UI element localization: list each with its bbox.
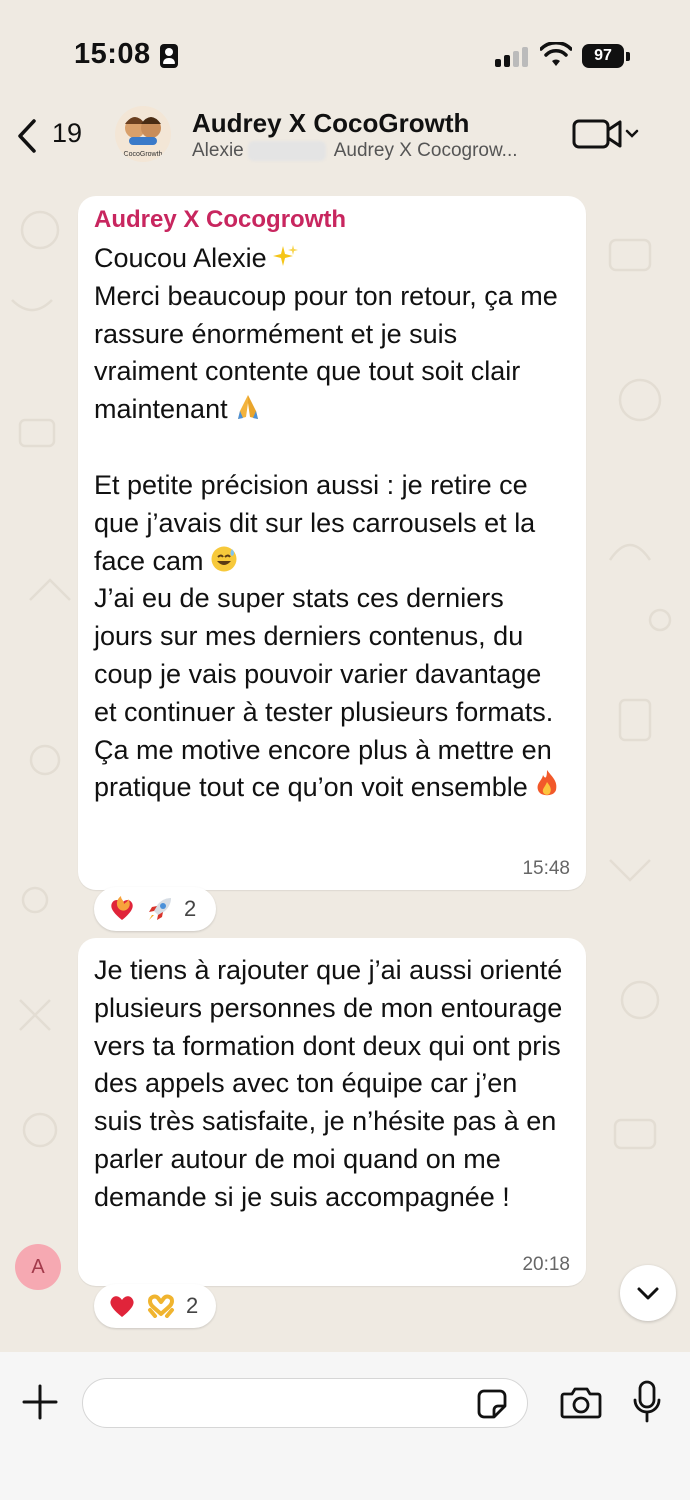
message-input[interactable] bbox=[82, 1378, 528, 1428]
reaction-count: 2 bbox=[184, 896, 197, 921]
chat-title[interactable]: Audrey X CocoGrowth bbox=[192, 108, 469, 139]
battery-tip-icon bbox=[626, 52, 630, 61]
message-paragraph: Je tiens à rajouter que j’ai aussi orien… bbox=[94, 955, 563, 1212]
back-chevron-icon[interactable] bbox=[14, 118, 40, 154]
group-avatar-image: CocoGrowth bbox=[124, 117, 163, 158]
camera-icon[interactable] bbox=[560, 1384, 602, 1420]
chevron-down-icon bbox=[637, 1287, 659, 1300]
sticker-icon[interactable] bbox=[476, 1388, 508, 1420]
empty-line bbox=[94, 429, 568, 467]
sender-avatar[interactable]: A bbox=[15, 1244, 61, 1290]
message-timestamp: 20:18 bbox=[522, 1254, 570, 1275]
chat-members-subtitle[interactable]: Alexie Audrey X Cocogrow... bbox=[192, 140, 518, 162]
wifi-icon bbox=[540, 42, 572, 66]
composer-bar bbox=[0, 1352, 690, 1500]
group-avatar[interactable]: CocoGrowth bbox=[115, 106, 171, 162]
status-bar: 15:08 97 bbox=[0, 0, 690, 100]
rocket-icon bbox=[149, 898, 171, 920]
message-timestamp: 15:48 bbox=[522, 858, 570, 879]
message-paragraph: Coucou Alexie bbox=[94, 240, 568, 278]
reactions-pill[interactable]: 2 bbox=[94, 887, 216, 931]
cellular-signal-icon bbox=[495, 45, 529, 67]
reactions-pill[interactable]: 2 bbox=[94, 1284, 216, 1328]
sparkles-icon bbox=[272, 245, 298, 266]
message-paragraph: Ça me motive encore plus à mettre en pra… bbox=[94, 732, 568, 808]
video-call-icon[interactable] bbox=[570, 116, 642, 152]
message-bubble[interactable]: Audrey X Cocogrowth Coucou Alexie Merci … bbox=[78, 196, 586, 890]
message-paragraph: Merci beaucoup pour ton retour, ça me ra… bbox=[94, 278, 568, 429]
member-list-rest: Audrey X Cocogrow... bbox=[333, 140, 518, 161]
message-bubble[interactable]: Je tiens à rajouter que j’ai aussi orien… bbox=[78, 938, 586, 1286]
message-text: Merci beaucoup pour ton retour, ça me ra… bbox=[94, 280, 558, 425]
focus-person-icon bbox=[160, 44, 178, 68]
chat-header: 19 CocoGrowth Audrey X CocoGrowth Alexie… bbox=[0, 100, 690, 180]
message-text: Ça me motive encore plus à mettre en pra… bbox=[94, 734, 552, 803]
sender-name: Audrey X Cocogrowth bbox=[94, 206, 347, 233]
message-text: Coucou Alexie bbox=[94, 243, 267, 273]
avatar-logo-text: CocoGrowth bbox=[124, 151, 163, 158]
message-text: Et petite précision aussi : je retire ce… bbox=[94, 469, 536, 576]
status-time: 15:08 bbox=[74, 38, 151, 70]
message-paragraph: Et petite précision aussi : je retire ce… bbox=[94, 467, 568, 580]
plus-icon[interactable] bbox=[22, 1384, 58, 1420]
fire-icon bbox=[537, 770, 557, 796]
sweat-smile-icon bbox=[211, 546, 237, 572]
red-heart-icon bbox=[110, 1296, 134, 1317]
back-unread-count[interactable]: 19 bbox=[52, 118, 82, 149]
message-paragraph: J’ai eu de super stats ces derniers jour… bbox=[94, 583, 554, 727]
battery-level: 97 bbox=[582, 44, 624, 68]
scroll-to-bottom-button[interactable] bbox=[620, 1265, 676, 1321]
member-name: Alexie bbox=[192, 140, 244, 161]
heart-hands-icon bbox=[148, 1294, 174, 1318]
reaction-count: 2 bbox=[186, 1293, 199, 1318]
folded-hands-icon bbox=[237, 395, 258, 420]
microphone-icon[interactable] bbox=[632, 1380, 662, 1424]
redacted-name bbox=[247, 140, 326, 161]
heart-on-fire-icon bbox=[111, 896, 133, 920]
